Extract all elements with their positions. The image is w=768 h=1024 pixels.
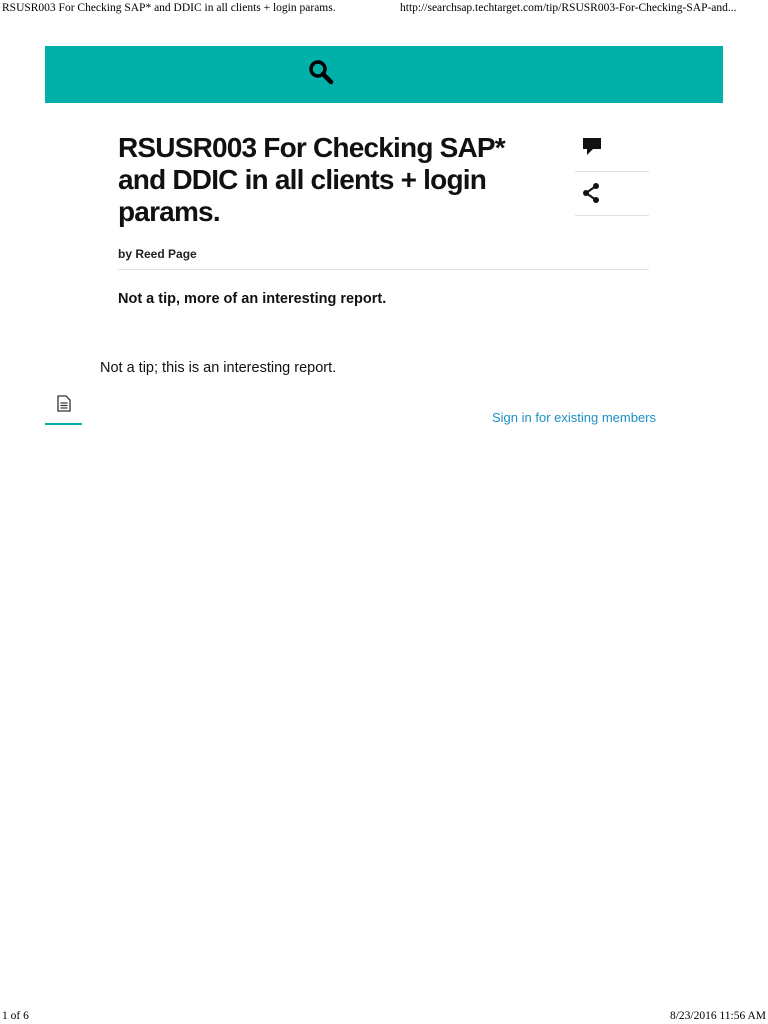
print-header-url: http://searchsap.techtarget.com/tip/RSUS… — [400, 2, 737, 14]
document-tab[interactable] — [45, 390, 82, 425]
share-icon — [583, 183, 599, 203]
site-header-bar — [45, 46, 723, 103]
share-button[interactable] — [575, 172, 649, 216]
article-subtitle: Not a tip, more of an interesting report… — [118, 291, 387, 307]
article-body: Not a tip; this is an interesting report… — [100, 360, 337, 376]
article-tools — [575, 128, 649, 216]
article-title: RSUSR003 For Checking SAP* and DDIC in a… — [118, 132, 506, 227]
byline: by Reed Page — [118, 247, 197, 261]
print-footer-date: 8/23/2016 11:56 AM — [669, 1010, 766, 1022]
comment-icon — [583, 138, 601, 155]
sign-in-link[interactable]: Sign in for existing members — [492, 410, 656, 425]
search-icon[interactable] — [307, 58, 335, 86]
print-footer-page: 1 of 6 — [2, 1010, 29, 1022]
divider — [118, 269, 649, 270]
document-icon — [57, 395, 71, 412]
print-header-title: RSUSR003 For Checking SAP* and DDIC in a… — [2, 2, 336, 14]
comment-button[interactable] — [575, 128, 649, 172]
